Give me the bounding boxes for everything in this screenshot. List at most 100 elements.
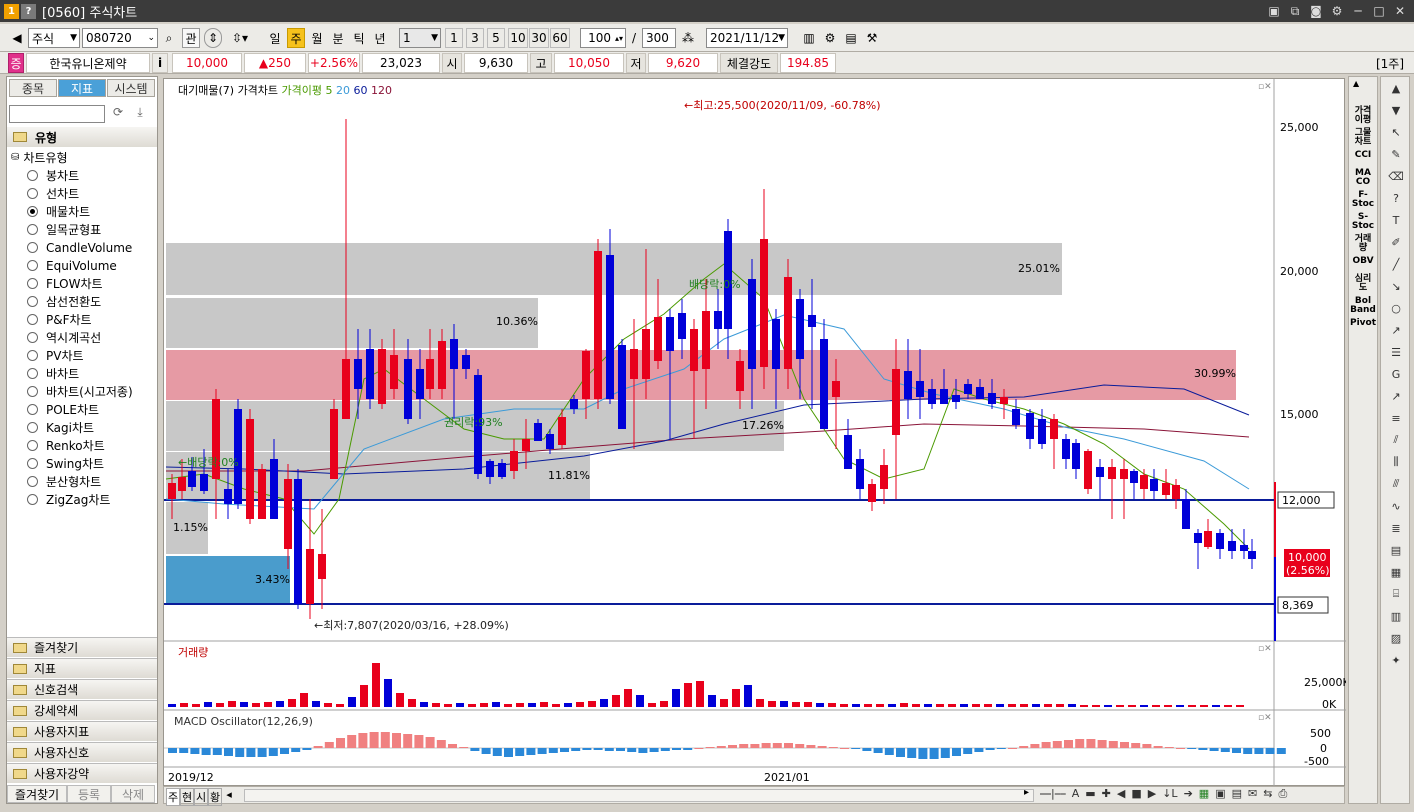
period-day[interactable]: 일 [266,28,284,48]
indicator-shortcut[interactable]: 가격 이평 [1349,107,1377,125]
gwan-button[interactable]: 관 [182,28,200,48]
quick-10[interactable]: 10 [508,28,528,48]
favorites-button[interactable]: 즐겨찾기 [7,785,67,803]
window-list-icon[interactable]: ⧉ [1287,3,1303,19]
chart-type-item[interactable]: 삼선전환도 [27,293,101,310]
interval-select[interactable]: 1 ▼ [399,28,441,48]
radio-icon[interactable] [27,332,38,343]
chart-type-item[interactable]: Swing차트 [27,455,104,472]
indicator-shortcut[interactable]: MA CO [1349,169,1377,187]
radio-icon[interactable] [27,476,38,487]
print-icon[interactable]: ⎙ [1278,787,1287,801]
section-header[interactable]: 유형 [7,127,157,147]
period-week[interactable]: 주 [287,28,305,48]
maximize-icon[interactable]: □ [1371,3,1387,19]
tree-root[interactable]: ⛁ 차트유형 [11,149,68,166]
bottom-tab-market[interactable]: 시 [194,788,208,806]
plus-icon[interactable]: ✚ [1102,787,1111,801]
register-button[interactable]: 등록 [67,785,111,803]
fibonacci-icon[interactable]: ≡ [1385,409,1407,427]
scroll-right-icon[interactable]: ▸ [1024,787,1029,798]
market-select[interactable]: 주식 ▼ [28,28,80,48]
indicator-shortcut[interactable]: OBV [1349,257,1377,266]
ray-icon[interactable]: ↗ [1385,321,1407,339]
folder-item[interactable]: 즐겨찾기 [7,637,157,657]
indicator-shortcut[interactable]: F- Stoc [1349,191,1377,209]
radio-icon[interactable] [27,170,38,181]
quick-3[interactable]: 3 [466,28,484,48]
bottom-tab-status[interactable]: 황 [208,788,222,806]
chart-type-item[interactable]: FLOW차트 [27,275,103,292]
total-input[interactable]: 300 [642,28,676,48]
radio-icon[interactable] [27,422,38,433]
save-small-icon[interactable]: ▣ [1215,787,1225,801]
radio-icon[interactable] [27,440,38,451]
radio-icon[interactable] [27,296,38,307]
folder-item[interactable]: 사용자지표 [7,721,157,741]
quick-30[interactable]: 30 [529,28,549,48]
chart-svg[interactable]: 25.01% 10.36% 30.99% 17.26% 11.81% 1.15%… [164,79,1350,787]
tab-indicators[interactable]: 지표 [58,79,106,97]
scroll-up-icon[interactable]: ▲ [1385,79,1407,97]
search-icon[interactable]: ⌕ [160,28,178,48]
indicator-shortcut[interactable]: 심리 도 [1349,275,1377,293]
tools-icon[interactable]: ⚒ [863,28,881,48]
radio-icon[interactable] [27,494,38,505]
link-icon[interactable]: ▣ [1266,3,1282,19]
chart-type-item[interactable]: P&F차트 [27,311,92,328]
parallel-icon[interactable]: ⫽ [1385,431,1407,449]
folder-item[interactable]: 사용자강약 [7,763,157,783]
chart-type-item[interactable]: Renko차트 [27,437,105,454]
radio-icon[interactable] [27,458,38,469]
radio-icon[interactable] [27,242,38,253]
gann-icon[interactable]: G [1385,365,1407,383]
folder-item[interactable]: 신호검색 [7,679,157,699]
chart-type-item[interactable]: CandleVolume [27,239,132,256]
indicator-shortcut[interactable]: Pivot [1349,319,1377,328]
chart-type-item[interactable]: 봉차트 [27,167,79,184]
indicator-shortcut[interactable]: 그물 차트 [1349,129,1377,147]
chart-type-item[interactable]: 매물차트 [27,203,90,220]
quick-60[interactable]: 60 [550,28,570,48]
pen-icon[interactable]: ✎ [1385,145,1407,163]
radio-icon[interactable] [27,188,38,199]
zoom-icon[interactable]: ⁂ [678,28,698,48]
table-icon[interactable]: ▦ [1385,563,1407,581]
indicator-shortcut[interactable]: CCI [1349,151,1377,160]
minimize-icon[interactable]: ─ [1350,3,1366,19]
camera-icon[interactable]: ◙ [1308,3,1324,19]
quick-1[interactable]: 1 [445,28,463,48]
layout-icon[interactable]: ▤ [1385,541,1407,559]
link-toggle-icon[interactable]: ⇕ [204,28,222,48]
forward-icon[interactable]: ➔ [1184,787,1193,801]
magic-icon[interactable]: ✦ [1385,651,1407,669]
scroll-left-icon[interactable]: ◂ [222,788,236,806]
period-month[interactable]: 월 [308,28,326,48]
radio-icon[interactable] [27,404,38,415]
text-tool-icon[interactable]: A [1072,787,1080,801]
close-icon[interactable]: ✕ [1392,3,1408,19]
radio-icon[interactable] [27,260,38,271]
download-icon[interactable]: ⤓ [131,105,149,123]
chart-icon[interactable]: ⌸ [1385,585,1407,603]
updown-icon[interactable]: ⇳▾ [226,28,254,48]
text-icon[interactable]: T [1385,211,1407,229]
indicator-shortcut[interactable]: Bol Band [1349,297,1377,315]
circle-icon[interactable]: ○ [1385,299,1407,317]
indicator-search-input[interactable] [9,105,105,123]
stop-icon[interactable]: ■ [1131,787,1141,801]
chart-area[interactable]: 25.01% 10.36% 30.99% 17.26% 11.81% 1.15%… [163,78,1350,787]
chart-type-item[interactable]: Kagi차트 [27,419,94,436]
share-icon[interactable]: ⇆ [1263,787,1272,801]
chart-type-item[interactable]: ZigZag차트 [27,491,110,508]
layout-icon[interactable]: ▤ [1232,787,1242,801]
period-year[interactable]: 년 [371,28,389,48]
refresh-icon[interactable]: ⟳ [109,105,127,123]
minus-icon[interactable]: ▬ [1085,787,1095,801]
delete-button[interactable]: 삭제 [111,785,155,803]
count-input[interactable]: 100 ▴▾ [580,28,626,48]
channel-icon[interactable]: ☰ [1385,343,1407,361]
radio-icon[interactable] [27,314,38,325]
chart-type-item[interactable]: 일목균형표 [27,221,101,238]
mail-icon[interactable]: ✉ [1248,787,1257,801]
